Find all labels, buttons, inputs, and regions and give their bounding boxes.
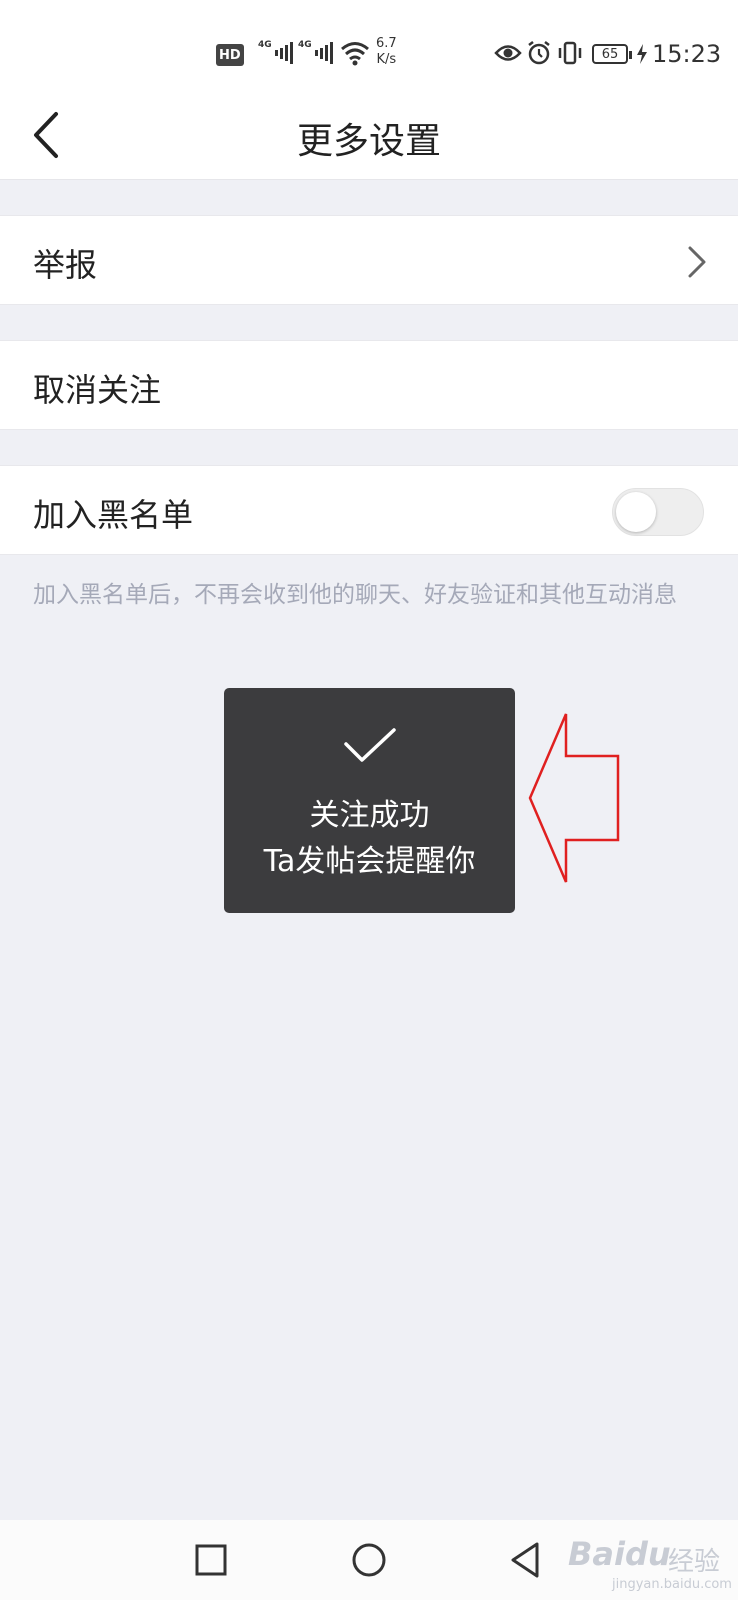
back-icon[interactable]: [505, 1538, 549, 1582]
network-type-label: 4G: [258, 40, 272, 50]
checkmark-icon: [344, 728, 396, 762]
network-type-label: 4G: [298, 40, 312, 50]
eye-icon: [494, 45, 522, 61]
vibrate-icon: [558, 41, 582, 65]
battery-icon: 65: [592, 44, 632, 64]
home-icon[interactable]: [347, 1538, 391, 1582]
blacklist-label: 加入黑名单: [33, 496, 194, 534]
toast-title: 关注成功: [309, 798, 430, 833]
status-time: 15:23: [652, 40, 722, 68]
report-label: 举报: [33, 246, 98, 284]
status-bar: HD 4G 4G 6.7 K/s 65 15:23: [0, 0, 738, 90]
page-title: 更多设置: [296, 121, 441, 162]
hd-icon: HD: [216, 44, 244, 66]
alarm-icon: [528, 41, 550, 65]
chevron-right-icon: [688, 246, 706, 278]
net-speed-value: 6.7: [376, 36, 397, 51]
unfollow-label: 取消关注: [33, 371, 162, 409]
report-row[interactable]: 举报: [0, 215, 738, 305]
blacklist-row: 加入黑名单: [0, 465, 738, 555]
blacklist-toggle[interactable]: [612, 488, 704, 536]
watermark-logo: Baidu: [568, 1535, 671, 1573]
nav-header: 更多设置: [0, 90, 738, 180]
blacklist-hint: 加入黑名单后，不再会收到他的聊天、好友验证和其他互动消息: [33, 582, 677, 608]
net-speed-unit: K/s: [376, 52, 397, 67]
charging-icon: [637, 44, 647, 64]
watermark: Baidu 经验 jingyan.baidu.com: [568, 1535, 734, 1597]
net-speed: 6.7 K/s: [376, 36, 397, 68]
wifi-icon: [341, 42, 369, 66]
watermark-text: 经验: [668, 1547, 721, 1577]
success-toast: 关注成功 Ta发帖会提醒你: [224, 688, 515, 913]
signal-icon: 4G: [258, 40, 293, 66]
recent-apps-icon[interactable]: [189, 1538, 233, 1582]
watermark-url: jingyan.baidu.com: [612, 1577, 732, 1592]
toggle-knob: [616, 492, 656, 532]
annotation-arrow-icon: [528, 713, 620, 883]
unfollow-row[interactable]: 取消关注: [0, 340, 738, 430]
toast-subtitle: Ta发帖会提醒你: [263, 844, 476, 879]
signal-icon: 4G: [298, 40, 333, 66]
